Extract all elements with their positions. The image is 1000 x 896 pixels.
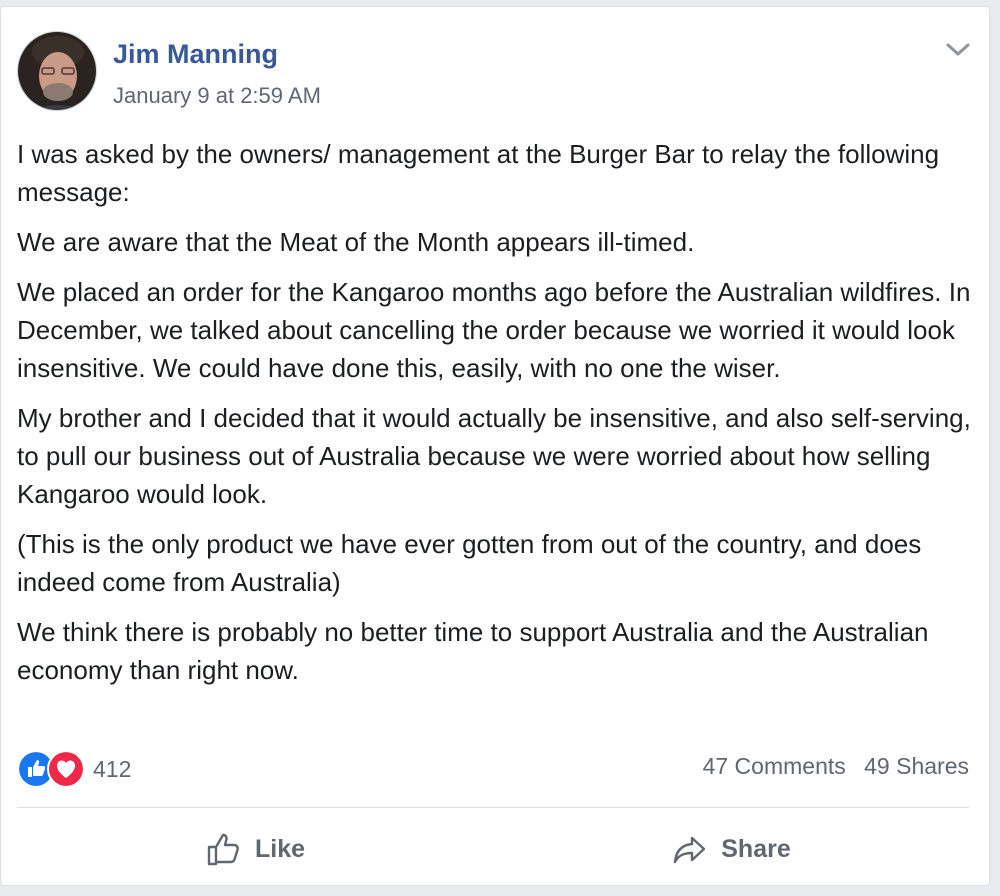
shares-count-link[interactable]: 49 Shares: [864, 753, 969, 779]
post-paragraph: We think there is probably no better tim…: [17, 617, 929, 685]
share-button[interactable]: Share: [493, 815, 969, 883]
share-arrow-icon: [674, 836, 706, 864]
post-paragraph: I was asked by the owners/ management at…: [17, 139, 940, 207]
engagement-counts: 47 Comments 49 Shares: [703, 753, 969, 780]
comments-count-link[interactable]: 47 Comments: [703, 753, 846, 779]
action-divider: [17, 807, 969, 808]
post-paragraph: My brother and I decided that it would a…: [17, 403, 971, 509]
post-header: Jim Manning January 9 at 2:59 AM: [17, 31, 977, 115]
author-name[interactable]: Jim Manning: [113, 39, 278, 70]
action-bar: Like Share: [17, 815, 969, 883]
reactions-summary[interactable]: 412: [17, 749, 131, 789]
thumbs-up-icon: [207, 833, 239, 866]
share-button-label: Share: [721, 834, 791, 863]
post-paragraph: (This is the only product we have ever g…: [17, 529, 922, 597]
author-avatar[interactable]: [17, 31, 97, 111]
post-stats: 412 47 Comments 49 Shares: [17, 747, 969, 791]
reaction-count: 412: [93, 755, 132, 782]
post-paragraph: We placed an order for the Kangaroo mont…: [17, 277, 971, 383]
post-body: I was asked by the owners/ management at…: [17, 135, 979, 701]
post-card: Jim Manning January 9 at 2:59 AM I was a…: [0, 6, 990, 886]
post-timestamp[interactable]: January 9 at 2:59 AM: [113, 83, 321, 109]
post-paragraph: We are aware that the Meat of the Month …: [17, 227, 695, 257]
like-button-label: Like: [254, 834, 306, 863]
like-button[interactable]: Like: [17, 815, 493, 883]
chevron-down-icon[interactable]: [943, 37, 973, 61]
avatar-image: [18, 32, 96, 110]
love-reaction-icon: [47, 750, 85, 788]
